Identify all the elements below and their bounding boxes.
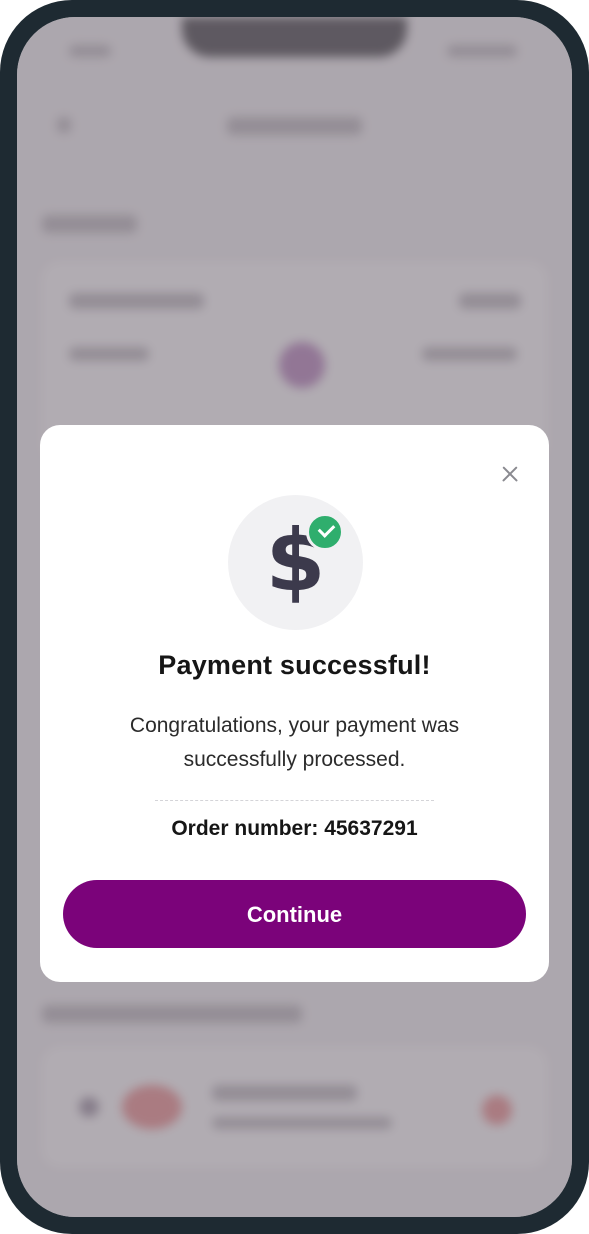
check-badge-icon [306, 513, 344, 551]
payment-success-modal: $ Payment successful! Congratulations, y… [40, 425, 549, 982]
modal-title: Payment successful! [158, 650, 431, 680]
continue-button[interactable]: Continue [63, 880, 526, 948]
divider [155, 800, 434, 801]
payment-success-icon: $ [228, 495, 363, 630]
close-icon[interactable] [495, 459, 525, 489]
phone-frame: $ Payment successful! Congratulations, y… [0, 0, 589, 1234]
phone-screen: $ Payment successful! Congratulations, y… [17, 17, 572, 1217]
modal-message: Congratulations, your payment was succes… [129, 714, 460, 771]
order-number: Order number: 45637291 [171, 817, 418, 840]
